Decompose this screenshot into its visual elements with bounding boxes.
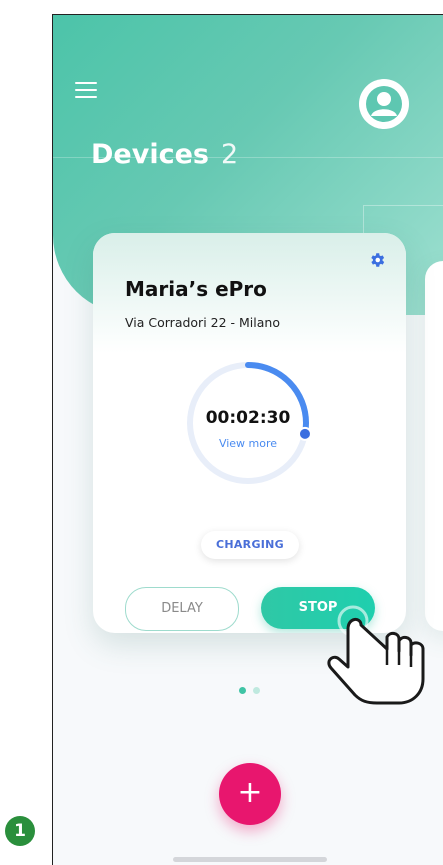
user-avatar-button[interactable]	[359, 79, 409, 129]
home-indicator	[173, 857, 327, 862]
page-title: Devices	[91, 139, 209, 170]
user-avatar-icon	[366, 86, 402, 122]
page-indicator	[239, 687, 269, 695]
charging-timer: 00:02:30	[205, 408, 291, 428]
app-screen: Devices 2 Maria’s ePro Via Corradori 22 …	[52, 14, 443, 865]
device-card[interactable]: Maria’s ePro Via Corradori 22 - Milano 0…	[93, 233, 406, 633]
device-count: 2	[221, 139, 239, 170]
device-name: Maria’s ePro	[125, 277, 267, 301]
view-more-link[interactable]: View more	[183, 437, 313, 450]
menu-icon[interactable]	[75, 82, 97, 98]
device-address: Via Corradori 22 - Milano	[125, 315, 280, 330]
page-dot[interactable]	[253, 687, 260, 694]
gear-icon[interactable]	[368, 251, 386, 269]
status-badge: CHARGING	[201, 531, 299, 559]
stop-button[interactable]: STOP	[261, 587, 375, 629]
page-dot-active[interactable]	[239, 687, 246, 694]
next-device-card[interactable]	[425, 261, 443, 631]
delay-button[interactable]: DELAY	[125, 587, 239, 631]
step-badge: 1	[5, 816, 35, 846]
add-device-button[interactable]: +	[219, 763, 281, 825]
